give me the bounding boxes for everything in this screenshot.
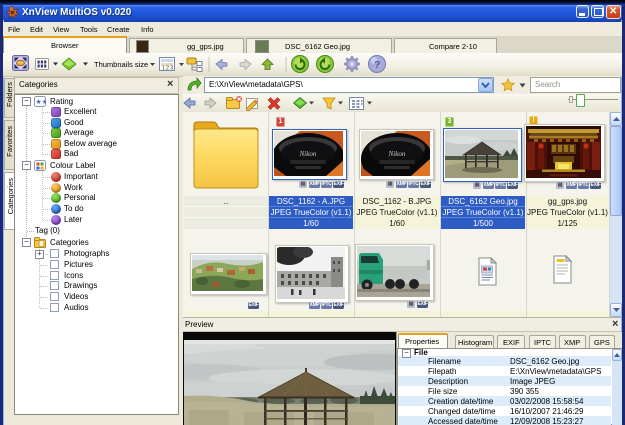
svg-text:1 2 3: 1 2 3 bbox=[162, 66, 173, 72]
svg-text:?: ? bbox=[374, 59, 380, 71]
svg-text:★★: ★★ bbox=[36, 98, 47, 106]
svg-text:Nikon: Nikon bbox=[388, 150, 406, 158]
svg-text:Nikon: Nikon bbox=[299, 150, 317, 158]
